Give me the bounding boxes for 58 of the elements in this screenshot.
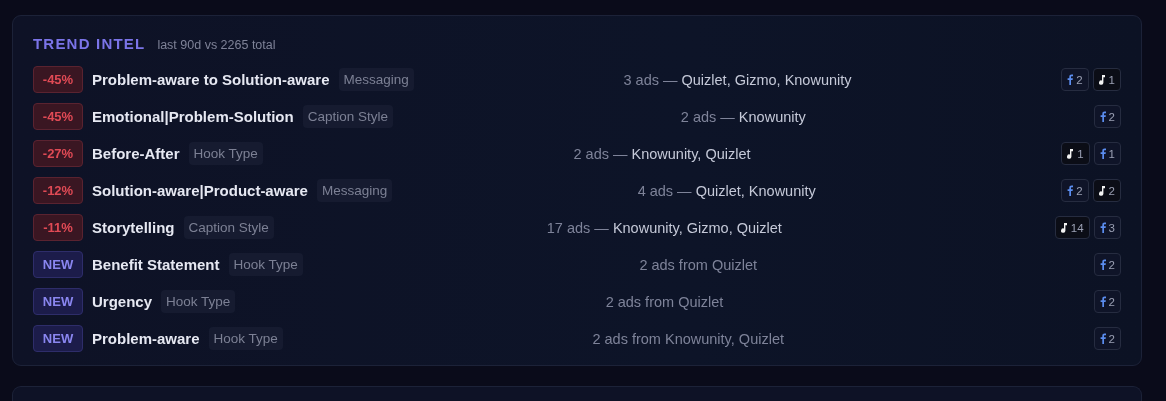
trend-badge: NEW (33, 251, 83, 278)
trend-badge: -45% (33, 103, 83, 130)
facebook-icon (1099, 333, 1106, 344)
trend-name: Benefit Statement (92, 256, 220, 273)
platform-chip: 3 (1093, 216, 1121, 239)
music-note-icon (1067, 148, 1075, 159)
ad-summary: 3 ads — Quizlet, Gizmo, Knowunity (623, 71, 852, 88)
category-tag: Hook Type (228, 253, 303, 276)
trend-name: Storytelling (92, 219, 175, 236)
category-tag: Caption Style (302, 105, 393, 128)
facebook-icon (1099, 296, 1106, 307)
facebook-icon (1067, 185, 1074, 196)
facebook-icon (1067, 74, 1074, 85)
platform-chip: 1 (1092, 68, 1121, 91)
music-note-icon (1098, 74, 1106, 85)
ad-summary: 2 ads from Quizlet (605, 293, 724, 310)
facebook-icon (1099, 111, 1106, 122)
panel-subtitle: last 90d vs 2265 total (157, 38, 276, 52)
facebook-icon (1099, 259, 1106, 270)
platform-chip: 2 (1092, 179, 1121, 202)
trend-name: Urgency (92, 293, 153, 310)
trend-badge: NEW (33, 325, 83, 352)
category-tag: Hook Type (188, 142, 263, 165)
platform-chip: 2 (1061, 179, 1089, 202)
trend-badge: NEW (33, 288, 83, 315)
trend-badge: -27% (33, 140, 83, 167)
trend-badge: -11% (33, 214, 83, 241)
category-tag: Messaging (338, 68, 414, 91)
ad-summary: 2 ads — Knowunity (680, 108, 806, 125)
trend-name: Solution-aware|Product-aware (92, 182, 308, 199)
facebook-icon (1099, 148, 1106, 159)
platform-chip: 2 (1093, 327, 1121, 350)
ad-summary: 2 ads — Knowunity, Quizlet (573, 145, 751, 162)
trend-name: Problem-aware (92, 330, 200, 347)
platform-chip: 14 (1054, 216, 1090, 239)
trend-name: Problem-aware to Solution-aware (92, 71, 330, 88)
trend-badge: -12% (33, 177, 83, 204)
trend-name: Emotional|Problem-Solution (92, 108, 294, 125)
panel-title: TREND INTEL (33, 35, 146, 52)
ad-summary: 17 ads — Knowunity, Gizmo, Quizlet (546, 219, 782, 236)
platform-chip: 2 (1061, 68, 1089, 91)
category-tag: Hook Type (208, 327, 283, 350)
category-tag: Messaging (316, 179, 393, 202)
platform-chip: 1 (1093, 142, 1121, 165)
category-tag: Caption Style (183, 216, 274, 239)
ad-summary: 2 ads from Quizlet (639, 256, 758, 273)
category-tag: Hook Type (161, 290, 236, 313)
platform-chip: 2 (1093, 290, 1121, 313)
music-note-icon (1060, 222, 1068, 233)
platform-chip: 1 (1061, 142, 1090, 165)
platform-chip: 2 (1093, 253, 1121, 276)
ad-summary: 2 ads from Knowunity, Quizlet (592, 330, 784, 347)
platform-chip: 2 (1093, 105, 1121, 128)
ad-summary: 4 ads — Quizlet, Knowunity (637, 182, 816, 199)
facebook-icon (1099, 222, 1106, 233)
trend-name: Before-After (92, 145, 180, 162)
trend-badge: -45% (33, 66, 83, 93)
music-note-icon (1098, 185, 1106, 196)
